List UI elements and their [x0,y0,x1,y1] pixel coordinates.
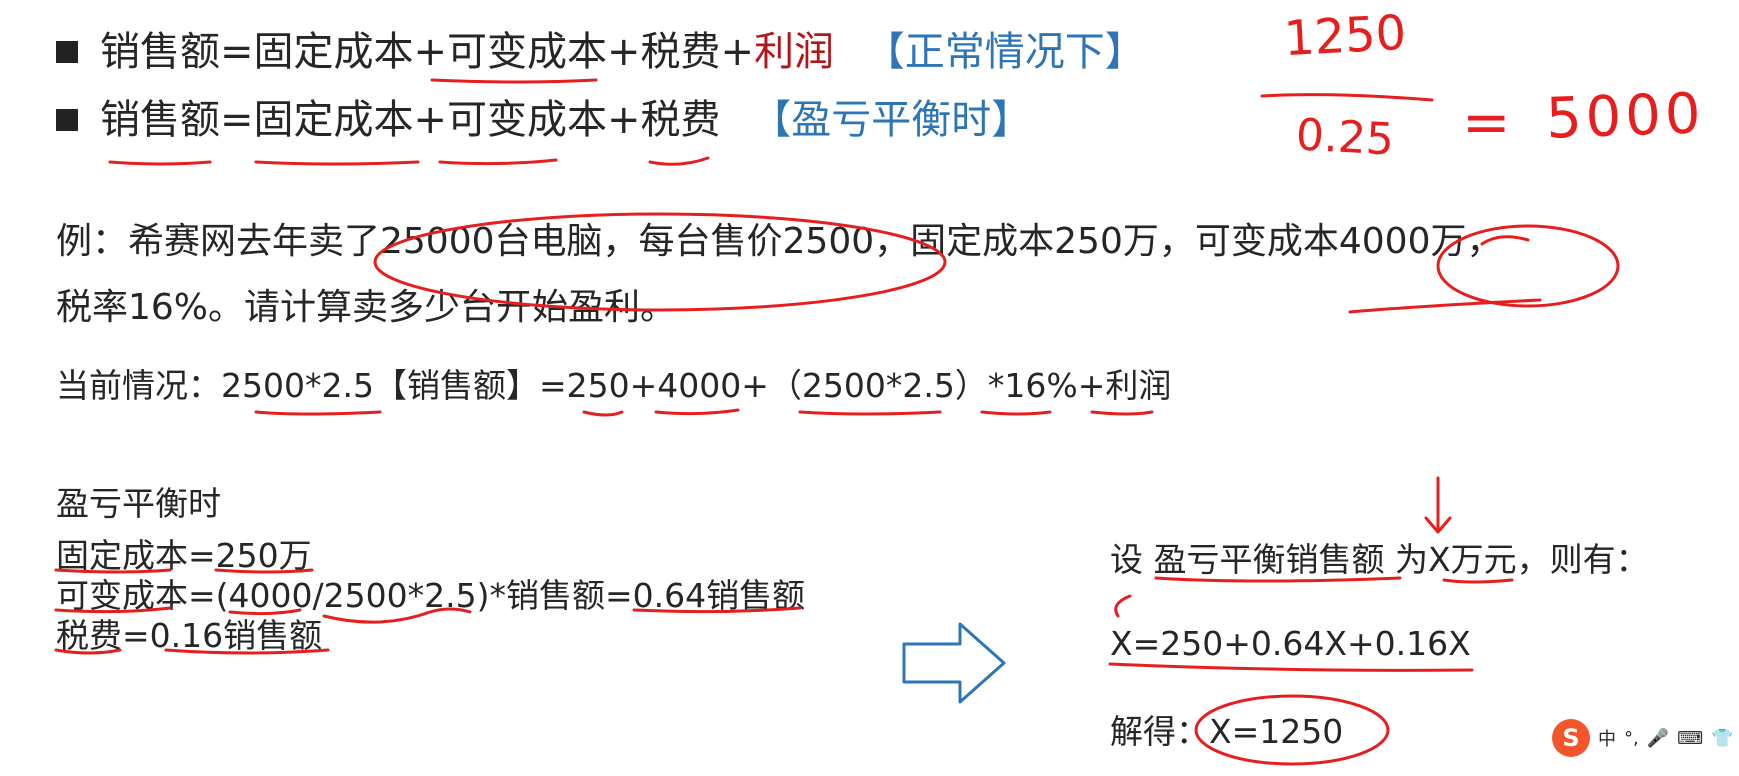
example-line-2: 税率16%。请计算卖多少台开始盈利。 [56,287,677,328]
formula-breakeven-text: 销售额=固定成本+可变成本+税费 [100,97,721,143]
sogou-logo-icon[interactable]: S [1552,719,1590,757]
result-value: X=1250 [1209,712,1344,751]
ime-punctuation-toggle[interactable]: °, [1624,728,1639,749]
current-situation: 当前情况：2500*2.5【销售额】=250+4000+（2500*2.5）*1… [56,366,1172,405]
right-arrow-icon [902,622,1006,704]
result-line: 解得：X=1250 [1110,712,1343,752]
formula-breakeven: 销售额=固定成本+可变成本+税费 【盈亏平衡时】 [56,96,1031,144]
normal-case-tag: 【正常情况下】 [864,29,1145,75]
handwritten-denominator: 0.25 [1294,109,1396,166]
ink-underline [108,160,212,166]
ink-underline [430,78,598,84]
assume-line: 设 盈亏平衡销售额 为X万元，则有： [1110,540,1649,579]
microphone-icon[interactable]: 🎤 [1647,728,1669,749]
variable-cost-line: 可变成本=(4000/2500*2.5)*销售额=0.64销售额 [56,576,806,615]
result-label: 解得： [1110,712,1209,751]
ink-down-arrow [1424,516,1452,534]
square-bullet-icon [56,109,78,131]
ink-underline [798,410,942,416]
ink-underline [254,160,420,166]
fixed-cost-line: 固定成本=250万 [56,536,312,575]
tax-line: 税费=0.16销售额 [56,616,323,655]
ink-underline [438,158,558,166]
ink-underline [654,408,740,416]
ink-fraction-bar [1260,93,1434,102]
ink-underline [648,156,710,166]
equation-line: X=250+0.64X+0.16X [1110,624,1471,663]
ink-underline [254,410,382,416]
square-bullet-icon [56,41,78,63]
handwritten-numerator: 1250 [1282,4,1408,68]
ime-toolbar[interactable]: S 中 °, 🎤 ⌨ 👕 [1552,718,1739,758]
ink-underline [1348,298,1542,314]
example-line-1: 例：希赛网去年卖了25000台电脑，每台售价2500，固定成本250万，可变成本… [56,221,1503,262]
ink-underline [1090,410,1154,416]
breakeven-case-tag: 【盈亏平衡时】 [751,97,1032,143]
ink-underline [582,410,624,417]
ime-language-toggle[interactable]: 中 [1598,725,1616,751]
handwritten-equals: = [1462,88,1511,156]
handwritten-result: 5000 [1544,81,1706,152]
keyboard-icon[interactable]: ⌨ [1677,728,1703,749]
formula-normal: 销售额=固定成本+可变成本+税费+利润 【正常情况下】 [56,28,1145,76]
ink-underline [980,410,1052,416]
breakeven-title: 盈亏平衡时 [56,484,221,523]
ink-underline [1108,662,1474,672]
ink-underline [1442,578,1514,584]
ink-hook [1114,594,1132,618]
formula-normal-text: 销售额=固定成本+可变成本+税费+ [100,29,755,75]
profit-term: 利润 [754,29,835,75]
skin-shirt-icon[interactable]: 👕 [1711,728,1733,749]
